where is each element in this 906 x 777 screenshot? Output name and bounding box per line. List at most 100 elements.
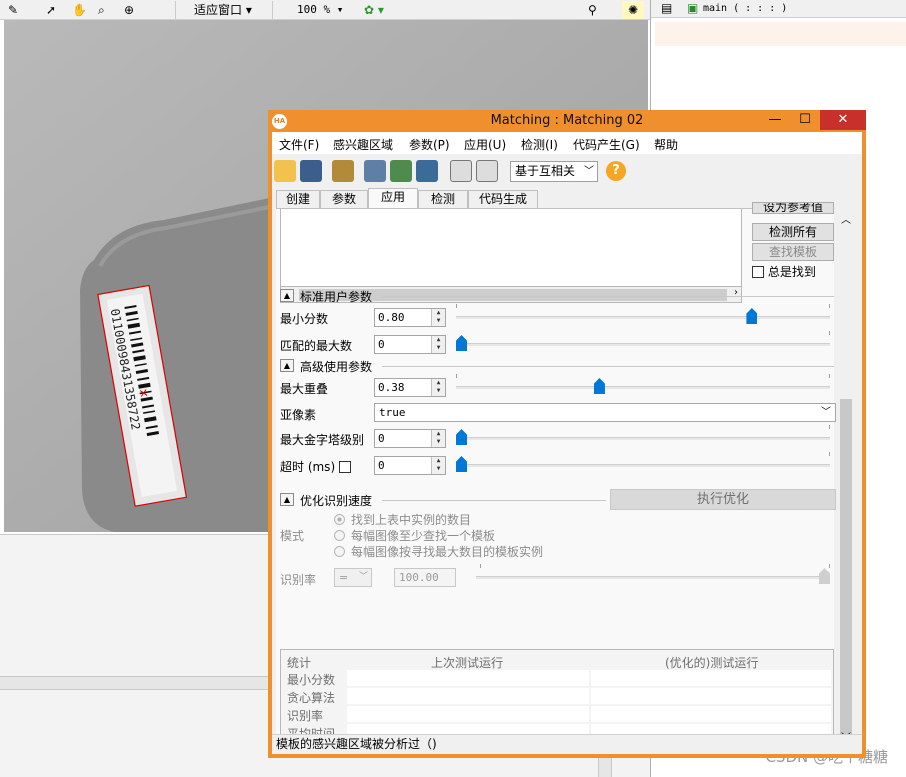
editor-tab-label[interactable]: main ( : : : )	[703, 3, 787, 14]
menu-help[interactable]: 帮助	[654, 136, 678, 153]
max-overlap-slider-thumb[interactable]	[593, 378, 605, 394]
chevron-up-icon[interactable]: ︿	[841, 211, 851, 226]
tab-apply[interactable]: 应用	[368, 188, 418, 209]
rate-slider-thumb[interactable]	[819, 568, 830, 584]
max-overlap-value: 0.38	[378, 381, 405, 394]
save-icon[interactable]	[300, 160, 322, 182]
pyramid-level-slider[interactable]	[456, 425, 830, 447]
print-icon[interactable]	[364, 160, 386, 182]
timeout-checkbox[interactable]	[338, 461, 351, 473]
subpixel-select[interactable]: true ﹀	[374, 403, 836, 422]
timeout-spinbox[interactable]: 0 ▲ ▼	[374, 456, 446, 475]
always-find-checkbox[interactable]: 总是找到	[752, 263, 816, 280]
open-folder-icon[interactable]	[274, 160, 296, 182]
timer-table-icon[interactable]	[476, 160, 498, 182]
timeout-slider[interactable]	[456, 452, 830, 474]
divider	[382, 500, 606, 501]
radio-dot[interactable]	[334, 546, 345, 557]
radio-dot[interactable]	[334, 514, 345, 525]
rate-spinbox[interactable]: 100.00	[394, 568, 456, 587]
num-matches-value: 0	[378, 338, 385, 351]
vscroll-thumb[interactable]	[840, 399, 852, 737]
minimize-button[interactable]: —	[760, 110, 790, 130]
matching-toolbar: 基于互相关 ﹀ ?	[272, 156, 862, 184]
num-matches-slider-thumb[interactable]	[456, 335, 467, 351]
editor-highlight-line	[655, 22, 906, 46]
stopwatch-icon[interactable]	[450, 160, 472, 182]
timeout-slider-thumb[interactable]	[456, 456, 467, 472]
matching-window: HA Matching : Matching 02 — ☐ ✕ 文件(F) 感兴…	[268, 110, 866, 758]
title-bar[interactable]: HA Matching : Matching 02 — ☐ ✕	[268, 110, 866, 132]
rate-slider[interactable]	[476, 564, 830, 586]
set-reference-button[interactable]: 设为参考值	[752, 202, 834, 214]
maximize-button[interactable]: ☐	[790, 110, 820, 130]
min-score-slider[interactable]	[456, 304, 830, 326]
rate-operator-select[interactable]: = ﹀	[334, 568, 372, 587]
run-optimization-button[interactable]: 执行优化	[610, 489, 836, 510]
panel-vscrollbar[interactable]: ︿ ﹀	[836, 209, 856, 744]
color-picker-icon[interactable]: ✿ ▾	[364, 1, 384, 19]
num-matches-spinbox[interactable]: 0 ▲ ▼	[374, 335, 446, 354]
spin-arrows-icon[interactable]: ▲ ▼	[431, 379, 445, 396]
find-model-button[interactable]: 查找模板	[752, 243, 834, 261]
magnifier-icon[interactable]: ⌕	[98, 1, 105, 19]
mode-radio-3[interactable]: 每幅图像按寻找最大数目的模板实例	[334, 543, 543, 560]
pencil-icon[interactable]: ✎	[8, 1, 18, 19]
spin-arrows-icon[interactable]: ▲ ▼	[431, 336, 445, 353]
stats-cell	[591, 670, 831, 686]
graphics-icon[interactable]	[416, 160, 438, 182]
image-icon[interactable]	[390, 160, 412, 182]
load-images-icon[interactable]	[332, 160, 354, 182]
stats-row-label: 贪心算法	[287, 691, 336, 705]
max-overlap-slider[interactable]	[456, 374, 830, 396]
lightbulb-icon[interactable]: ✺	[622, 1, 644, 19]
help-icon[interactable]: ?	[606, 161, 626, 181]
optimize-title: 优化识别速度	[300, 494, 373, 508]
window-client: 文件(F) 感兴趣区域 参数(P) 应用(U) 检测(I) 代码产生(G) 帮助…	[272, 132, 862, 754]
stats-header: 统计	[287, 656, 312, 670]
menu-file[interactable]: 文件(F)	[279, 136, 319, 153]
results-list[interactable]	[280, 209, 742, 289]
tab-codegen[interactable]: 代码生成	[468, 190, 538, 208]
zoom-in-icon[interactable]: ⊕	[124, 1, 134, 19]
menu-codegen[interactable]: 代码产生(G)	[573, 136, 640, 153]
zoom-fit-dropdown[interactable]: 适应窗口 ▾	[175, 1, 267, 19]
pyramid-level-slider-thumb[interactable]	[456, 429, 467, 445]
num-matches-slider[interactable]	[456, 331, 830, 353]
collapse-icon[interactable]: ▲	[280, 289, 294, 302]
spin-arrows-icon[interactable]: ▲ ▼	[431, 309, 445, 326]
tab-parameters[interactable]: 参数	[320, 190, 368, 208]
max-overlap-spinbox[interactable]: 0.38 ▲ ▼	[374, 378, 446, 397]
collapse-icon[interactable]: ▲	[280, 493, 294, 506]
menu-apply[interactable]: 应用(U)	[464, 136, 506, 153]
pyramid-level-spinbox[interactable]: 0 ▲ ▼	[374, 429, 446, 448]
spin-arrows-icon[interactable]: ▲ ▼	[431, 430, 445, 447]
pointer-icon[interactable]: ➚	[46, 1, 56, 19]
menu-params[interactable]: 参数(P)	[409, 136, 450, 153]
tab-create[interactable]: 创建	[276, 190, 320, 208]
editor-header: ▤ ▣ main ( : : : )	[651, 0, 906, 18]
stats-cell	[347, 706, 589, 722]
metric-combobox-value: 基于互相关	[515, 164, 576, 178]
collapse-icon[interactable]: ▲	[280, 359, 294, 372]
min-score-slider-thumb[interactable]	[746, 308, 758, 324]
rate-operator-value: =	[339, 571, 349, 584]
detect-all-button[interactable]: 检测所有	[752, 223, 834, 241]
min-score-spinbox[interactable]: 0.80 ▲ ▼	[374, 308, 446, 327]
mode-radio-1[interactable]: 找到上表中实例的数目	[334, 511, 471, 528]
always-find-checkbox-box[interactable]	[752, 266, 764, 278]
stats-cell	[347, 688, 589, 704]
zoom-percent-label: 100 %	[297, 3, 331, 16]
zoom-percent-dropdown[interactable]: 100 % ▾	[272, 1, 354, 19]
search-icon[interactable]: ⚲	[588, 1, 597, 19]
radio-dot[interactable]	[334, 530, 345, 541]
tab-inspect[interactable]: 检测	[418, 190, 468, 208]
spin-arrows-icon[interactable]: ▲ ▼	[431, 457, 445, 474]
mode-label: 模式	[280, 529, 305, 543]
metric-combobox[interactable]: 基于互相关 ﹀	[510, 161, 598, 182]
mode-radio-2[interactable]: 每幅图像至少查找一个模板	[334, 527, 495, 544]
close-button[interactable]: ✕	[820, 110, 866, 130]
menu-roi[interactable]: 感兴趣区域	[333, 136, 393, 153]
menu-inspect[interactable]: 检测(I)	[521, 136, 558, 153]
hand-icon[interactable]: ✋	[72, 1, 87, 19]
